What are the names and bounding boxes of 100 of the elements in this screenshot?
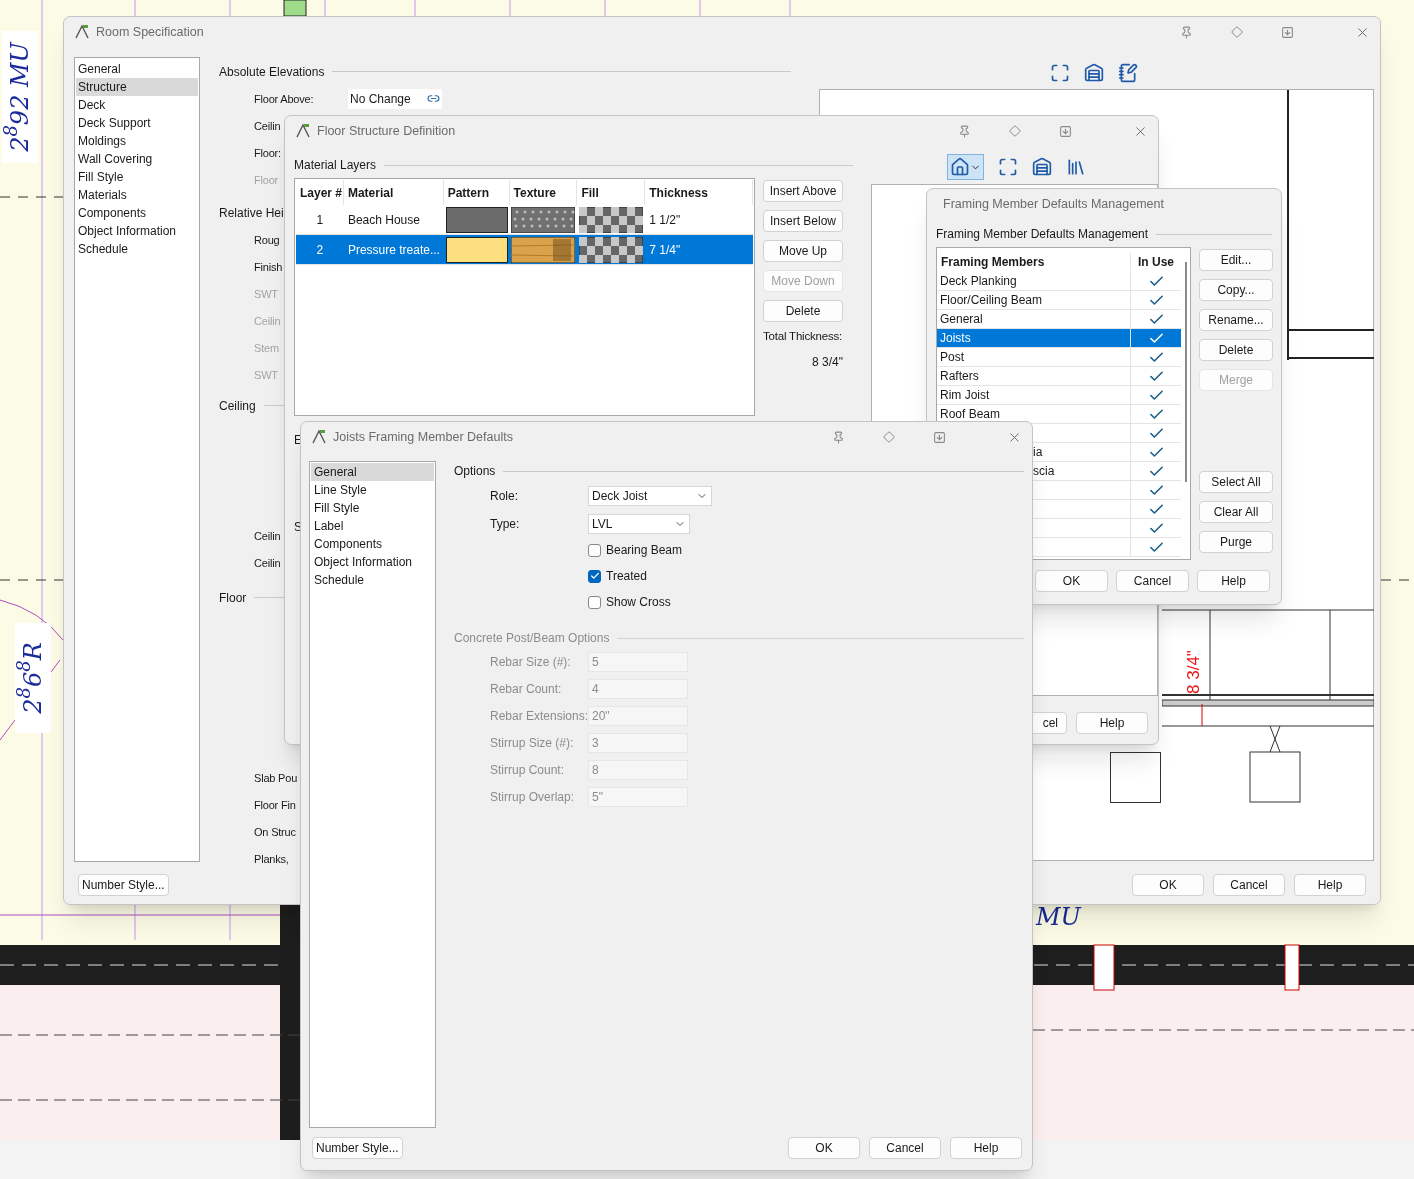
field-label: Ceilin [254,556,281,569]
column-header[interactable]: Thickness [645,180,754,205]
column-header[interactable]: Framing Members [937,253,1131,271]
field-label: Role: [490,487,519,505]
app-logo-icon [311,429,327,445]
table-cell-text: Rafters [940,368,979,385]
member-row[interactable]: Joists [937,329,1181,348]
category-item[interactable]: Components [311,535,434,553]
category-item[interactable]: Components [76,204,198,222]
member-row[interactable]: Floor/Ceiling Beam [937,291,1181,310]
category-item[interactable]: Deck [76,96,198,114]
member-row[interactable]: Post [937,348,1181,367]
dialog-button[interactable]: Number Style... [78,874,169,896]
category-item[interactable]: Wall Covering [76,150,198,168]
column-header[interactable]: Pattern [443,180,510,205]
dock-icon[interactable] [933,430,946,444]
category-item[interactable]: Schedule [76,240,198,258]
dock-icon[interactable] [1281,25,1294,39]
dialog-button[interactable]: Cancel [869,1137,941,1159]
dialog-button[interactable]: Purge [1199,531,1273,553]
dialog-button[interactable]: Edit... [1199,249,1273,271]
document-icon[interactable] [1118,63,1138,83]
column-header[interactable]: Texture [509,180,578,205]
dialog-button[interactable]: Cancel [1213,874,1285,896]
section-heading: Relative Hei [219,204,284,222]
dialog-button[interactable]: Cancel [1116,570,1189,592]
fit-view-icon[interactable] [998,157,1018,177]
category-item[interactable]: Materials [76,186,198,204]
dropdown[interactable]: Deck Joist [588,485,712,506]
dialog-button[interactable]: Insert Below [763,210,843,232]
library-icon[interactable] [1066,157,1086,177]
dropdown[interactable]: LVL [588,513,690,534]
category-item[interactable]: Moldings [76,132,198,150]
texture-swatch [511,236,576,263]
table-cell-text: 7 1/4" [648,241,682,259]
field-label: Rebar Extensions: [490,708,589,723]
category-item[interactable]: General [311,463,434,481]
pin-icon[interactable] [1180,25,1193,39]
member-row[interactable]: Rafters [937,367,1181,386]
field-label: Rebar Count: [490,681,562,696]
category-item[interactable]: Fill Style [76,168,198,186]
table-cell-text: Floor/Ceiling Beam [940,292,1043,309]
category-item[interactable]: Schedule [311,571,434,589]
total-thickness-label: Total Thickness: [763,329,843,344]
dialog-button[interactable]: Help [1076,712,1148,734]
category-item[interactable]: Deck Support [76,114,198,132]
app-logo-icon [295,123,311,139]
dialog-button[interactable]: Help [1197,570,1270,592]
column-header[interactable]: Layer # [296,180,344,205]
member-row[interactable]: Deck Planking [937,272,1181,291]
section-heading: Absolute Elevations [219,63,325,81]
fit-view-icon[interactable] [1050,63,1070,83]
dialog-button[interactable]: Help [1294,874,1366,896]
column-header[interactable]: Material [343,180,444,205]
dialog-button[interactable]: OK [788,1137,860,1159]
pin-icon[interactable] [958,124,971,138]
dialog-button[interactable]: Move Up [763,240,843,262]
column-header[interactable]: In Use [1131,253,1181,271]
dialog-button[interactable]: Rename... [1199,309,1273,331]
column-marker [1284,944,1300,991]
dialog-button[interactable]: Insert Above [763,180,843,202]
dock-icon[interactable] [1059,124,1072,138]
layer-row[interactable]: 1 Beach House 1 1/2" [296,205,753,235]
elevation-field[interactable]: No Change [348,88,442,109]
category-item[interactable]: Object Information [311,553,434,571]
category-item[interactable]: Structure [76,78,198,96]
category-item[interactable]: Line Style [311,481,434,499]
category-item[interactable]: Object Information [76,222,198,240]
dialog-button[interactable]: Copy... [1199,279,1273,301]
dialog-button[interactable]: OK [1132,874,1204,896]
dialog-button[interactable]: Clear All [1199,501,1273,523]
checkbox[interactable] [588,595,601,609]
dialog-button[interactable]: Delete [763,300,843,322]
dialog-button[interactable]: OK [1035,570,1108,592]
dialog-button[interactable]: Delete [1199,339,1273,361]
field-label: Floor: [254,146,281,159]
dialog-button[interactable]: Select All [1199,471,1273,493]
table-cell-text: Roof Beam [940,406,1001,423]
table-cell-text: Rim Joist [940,387,990,404]
column-header[interactable]: Fill [577,180,646,205]
field-label: Stem [254,341,279,354]
total-thickness-value: 8 3/4" [812,354,843,372]
link-icon[interactable] [427,92,440,105]
field-label: Ceilin [254,314,281,327]
dialog-button[interactable]: Help [950,1137,1022,1159]
category-item[interactable]: Label [311,517,434,535]
checkbox[interactable] [588,543,601,557]
house-icon[interactable] [1032,157,1052,177]
member-row[interactable]: Rim Joist [937,386,1181,405]
layer-row[interactable]: 2 Pressure treate... 7 1/4" [296,235,753,265]
category-item[interactable]: General [76,60,198,78]
field-label: Floor Fin [254,798,296,811]
field-label: Finish [254,260,283,273]
pin-icon[interactable] [832,430,845,444]
dialog-button[interactable]: Number Style... [312,1137,403,1159]
checkbox-label: Bearing Beam [606,542,683,559]
checkbox[interactable] [588,569,601,583]
category-item[interactable]: Fill Style [311,499,434,517]
house-icon[interactable] [1084,63,1104,83]
house-view-button[interactable] [947,154,984,180]
